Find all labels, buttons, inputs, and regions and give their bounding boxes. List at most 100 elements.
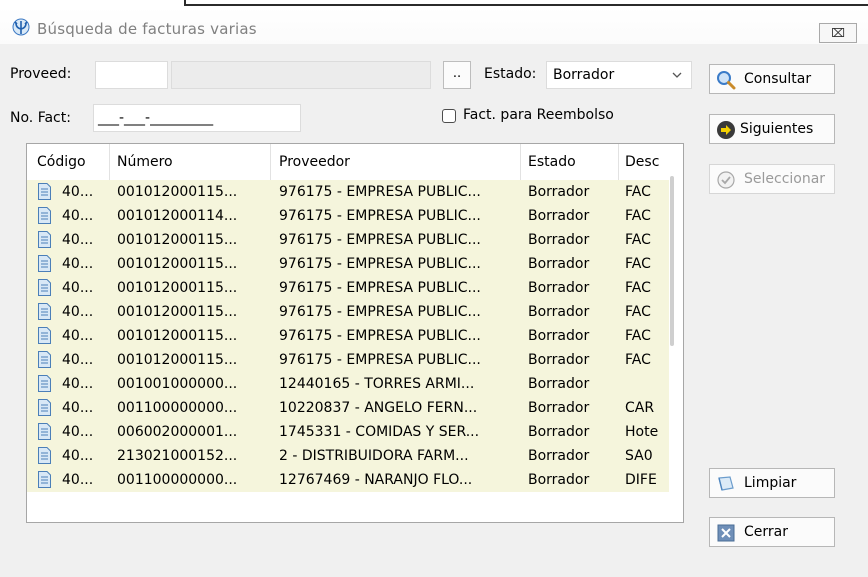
table-cell: 40...	[62, 352, 94, 368]
siguientes-button[interactable]: Siguientes	[709, 114, 835, 144]
table-cell: Borrador	[528, 376, 590, 392]
table-cell: 001001000000...	[117, 376, 238, 392]
proveed-label: Proveed:	[10, 66, 72, 82]
document-icon	[38, 471, 51, 488]
nofact-input[interactable]: ___-___-_________	[93, 104, 301, 132]
seleccionar-button[interactable]: Seleccionar	[709, 164, 835, 194]
window-top-edge	[0, 0, 868, 8]
estado-label: Estado:	[484, 66, 537, 82]
table-cell: FAC	[625, 208, 651, 224]
browse-proveedor-button[interactable]: ..	[443, 61, 471, 89]
table-cell: Borrador	[528, 184, 590, 200]
divider	[520, 144, 521, 180]
table-cell: 976175 - EMPRESA PUBLIC...	[279, 328, 481, 344]
table-cell: 001100000000...	[117, 472, 238, 488]
consultar-button[interactable]: Consultar	[709, 64, 835, 94]
table-row[interactable]: 40... 001012000114... 976175 - EMPRESA PUB…	[27, 204, 669, 228]
close-window-button[interactable]: ⌧	[819, 23, 857, 43]
table-cell	[625, 372, 665, 396]
table-cell: 40...	[62, 184, 94, 200]
table-row[interactable]: 40... 001012000115... 976175 - EMPRESA PUB…	[27, 228, 669, 252]
limpiar-label: Limpiar	[744, 475, 797, 491]
table-row[interactable]: 40... 006002000001... 1745331 - COMIDAS Y …	[27, 420, 669, 444]
divider	[270, 144, 271, 180]
table-cell: 12767469 - NARANJO FLO...	[279, 472, 473, 488]
chevron-down-icon	[672, 72, 682, 78]
consultar-label: Consultar	[744, 71, 812, 87]
divider	[185, 4, 868, 6]
table-cell: FAC	[625, 232, 651, 248]
column-header-numero[interactable]: Número	[117, 144, 267, 180]
table-row[interactable]: 40... 001001000000... 12440165 - TORRES AR…	[27, 372, 669, 396]
table-cell: 40...	[62, 328, 94, 344]
table-cell: 976175 - EMPRESA PUBLIC...	[279, 352, 481, 368]
table-cell: 976175 - EMPRESA PUBLIC...	[279, 232, 481, 248]
table-row[interactable]: 40... 001012000115... 976175 - EMPRESA PUB…	[27, 252, 669, 276]
siguientes-label: Siguientes	[740, 121, 814, 137]
table-cell: Borrador	[528, 280, 590, 296]
limpiar-button[interactable]: Limpiar	[709, 468, 835, 498]
table-cell: 976175 - EMPRESA PUBLIC...	[279, 184, 481, 200]
table-cell: 001012000115...	[117, 352, 238, 368]
table-row[interactable]: 40... 001012000115... 976175 - EMPRESA PUB…	[27, 180, 669, 204]
estado-select[interactable]: Borrador	[546, 61, 692, 89]
document-icon	[38, 279, 51, 296]
arrow-right-icon	[717, 121, 735, 139]
facturas-table[interactable]: Código Número Proveedor Estado Desc 40..…	[26, 143, 684, 523]
table-cell: 006002000001...	[117, 424, 238, 440]
document-icon	[38, 423, 51, 440]
check-circle-icon	[717, 171, 735, 189]
table-row[interactable]: 40... 001100000000... 10220837 - ANGELO FE…	[27, 396, 669, 420]
table-cell: FAC	[625, 280, 651, 296]
estado-selected-value: Borrador	[553, 67, 615, 83]
document-icon	[38, 375, 51, 392]
cerrar-button[interactable]: Cerrar	[709, 517, 835, 547]
close-x-icon	[717, 524, 735, 542]
table-cell: FAC	[625, 328, 651, 344]
table-cell: 40...	[62, 400, 94, 416]
table-row[interactable]: 40... 213021000152... 2 - DISTRIBUIDORA FA…	[27, 444, 669, 468]
table-cell: 1745331 - COMIDAS Y SER...	[279, 424, 480, 440]
table-cell: Borrador	[528, 352, 590, 368]
table-cell: 10220837 - ANGELO FERN...	[279, 400, 478, 416]
document-icon	[38, 231, 51, 248]
table-cell: 976175 - EMPRESA PUBLIC...	[279, 208, 481, 224]
document-icon	[38, 207, 51, 224]
table-cell: FAC	[625, 184, 651, 200]
table-cell: DIFE	[625, 472, 657, 488]
table-cell: 40...	[62, 304, 94, 320]
seleccionar-label: Seleccionar	[744, 171, 826, 187]
table-cell: SA0	[625, 448, 653, 464]
table-cell: 40...	[62, 280, 94, 296]
table-cell: 001012000115...	[117, 280, 238, 296]
table-cell: 40...	[62, 424, 94, 440]
table-cell: Borrador	[528, 232, 590, 248]
document-icon	[38, 183, 51, 200]
table-cell: 40...	[62, 376, 94, 392]
column-header-proveedor[interactable]: Proveedor	[279, 144, 519, 180]
reembolso-label: Fact. para Reembolso	[463, 107, 614, 123]
column-header-estado[interactable]: Estado	[528, 144, 618, 180]
table-row[interactable]: 40... 001100000000... 12767469 - NARANJO F…	[27, 468, 669, 492]
table-cell: FAC	[625, 256, 651, 272]
table-row[interactable]: 40... 001012000115... 976175 - EMPRESA PUB…	[27, 276, 669, 300]
proveed-code-input[interactable]	[95, 61, 168, 89]
table-cell: 001012000115...	[117, 232, 238, 248]
table-row[interactable]: 40... 001012000115... 976175 - EMPRESA PUB…	[27, 324, 669, 348]
column-header-desc[interactable]: Desc	[625, 144, 665, 180]
vertical-scrollbar[interactable]	[670, 176, 674, 346]
table-cell: 001012000114...	[117, 208, 238, 224]
table-cell: 001012000115...	[117, 304, 238, 320]
table-cell: 976175 - EMPRESA PUBLIC...	[279, 280, 481, 296]
nofact-label: No. Fact:	[10, 110, 71, 126]
reembolso-checkbox[interactable]	[442, 109, 456, 123]
table-row[interactable]: 40... 001012000115... 976175 - EMPRESA PUB…	[27, 300, 669, 324]
table-cell: FAC	[625, 304, 651, 320]
column-header-codigo[interactable]: Código	[37, 144, 111, 180]
table-cell: FAC	[625, 352, 651, 368]
table-cell: 40...	[62, 256, 94, 272]
cerrar-label: Cerrar	[744, 524, 788, 540]
table-cell: 001100000000...	[117, 400, 238, 416]
table-cell: 12440165 - TORRES ARMI...	[279, 376, 475, 392]
table-row[interactable]: 40... 001012000115... 976175 - EMPRESA PUB…	[27, 348, 669, 372]
